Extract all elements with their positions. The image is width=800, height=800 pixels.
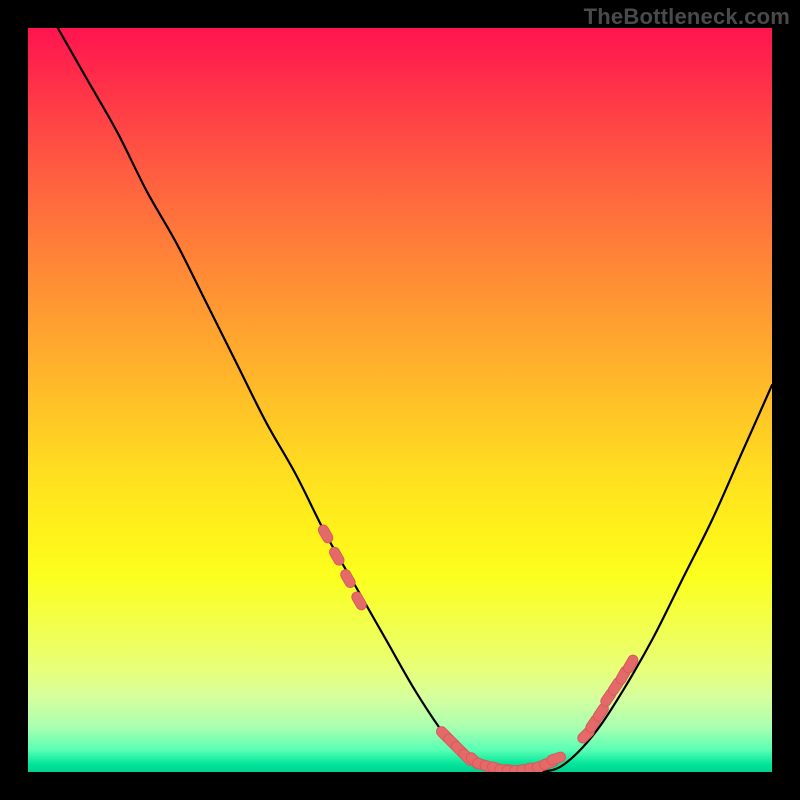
chart-frame: TheBottleneck.com	[0, 0, 800, 800]
marker-group	[323, 530, 633, 771]
curve-marker	[598, 709, 603, 717]
curve-marker	[323, 530, 327, 538]
curve-marker	[346, 575, 351, 583]
curve-marker	[335, 552, 340, 560]
chart-plot-area	[28, 28, 772, 772]
curve-marker	[621, 671, 625, 679]
curve-marker	[591, 720, 596, 728]
bottleneck-curve	[58, 28, 772, 772]
curve-marker	[552, 757, 561, 760]
curve-marker	[583, 732, 589, 738]
curve-marker	[628, 660, 633, 668]
curve-marker	[357, 597, 362, 605]
chart-svg	[28, 28, 772, 772]
curve-marker	[606, 694, 611, 701]
watermark-label: TheBottleneck.com	[584, 4, 790, 30]
curve-marker	[613, 683, 618, 691]
